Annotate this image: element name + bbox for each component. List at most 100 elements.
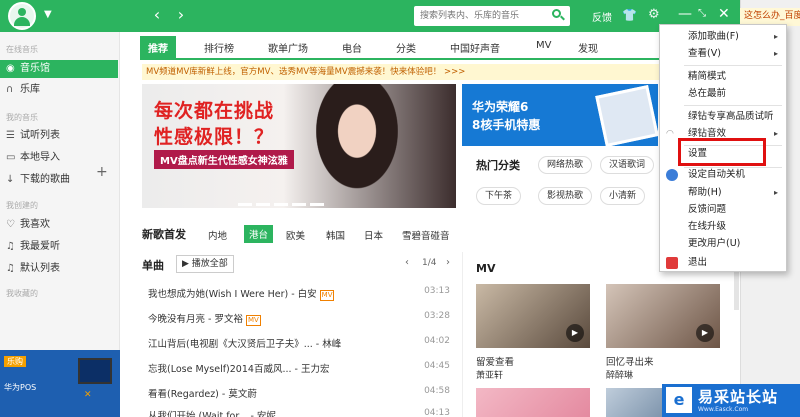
song-row[interactable]: 忘我(Lose Myself)2014百威风... - 王力宏 04:45: [148, 361, 450, 377]
song-row[interactable]: 江山背后(电视剧《大汉贤后卫子夫》... - 林峰 04:02: [148, 336, 450, 352]
tab-recommend[interactable]: 推荐: [140, 36, 176, 59]
menu-item-label: 总在最前: [688, 88, 727, 99]
play-all-button[interactable]: ▶ 播放全部: [176, 255, 234, 273]
song-name: 忘我(Lose Myself)2014百威风... - 王力宏: [148, 364, 330, 375]
sidebar-item-most-loved[interactable]: ♫ 我最爱听: [0, 238, 118, 256]
music-note-icon: ♫: [6, 241, 15, 252]
song-row[interactable]: 我也想成为她(Wish I Were Her) - 白安 MV 03:13: [148, 286, 450, 302]
sidebar-item-music-hall[interactable]: ◉ 音乐馆: [0, 60, 118, 78]
skin-icon[interactable]: 👕: [622, 8, 637, 22]
ad-text: 华为POS: [4, 383, 37, 392]
hot-tag[interactable]: 网络热歌: [538, 156, 593, 174]
add-playlist-button[interactable]: +: [96, 164, 108, 180]
list-icon: ☰: [6, 130, 15, 141]
menu-item-label: 绿钻专享高品质试听: [688, 111, 774, 122]
song-duration: 04:13: [424, 408, 450, 417]
sidebar-heading-created: 我创建的: [6, 201, 38, 210]
hot-tag[interactable]: 影视热歌: [538, 187, 593, 205]
tab-voice-of-china[interactable]: 中国好声音: [450, 40, 500, 55]
feedback-link[interactable]: 反馈: [592, 9, 612, 24]
region-tab[interactable]: 港台: [244, 225, 274, 243]
sidebar-heading-online: 在线音乐: [6, 45, 38, 54]
mv-badge-icon[interactable]: MV: [245, 315, 261, 326]
page-next-button[interactable]: ›: [446, 257, 450, 268]
search-input[interactable]: [420, 8, 548, 24]
main-tabs: 推荐 排行榜 歌单广场 电台 分类 中国好声音 MV 发现: [140, 36, 660, 60]
mv-artist[interactable]: 萧亚轩: [476, 368, 503, 381]
mv-thumbnail[interactable]: [476, 388, 590, 417]
ad-badge: 乐购: [4, 356, 26, 367]
menu-item-exit[interactable]: 退出: [660, 255, 786, 271]
gear-icon[interactable]: ⚙: [648, 7, 660, 22]
menu-item-mini-mode[interactable]: 精简模式: [660, 69, 786, 85]
song-name: 我也想成为她(Wish I Were Her) - 白安: [148, 289, 317, 300]
tab-charts[interactable]: 排行榜: [204, 40, 234, 55]
page-prev-button[interactable]: ‹: [405, 257, 409, 268]
mv-badge-icon[interactable]: MV: [319, 290, 335, 301]
sidebar-item-label: 我喜欢: [20, 219, 50, 230]
tab-playlist-square[interactable]: 歌单广场: [268, 40, 308, 55]
song-duration: 04:02: [424, 336, 450, 346]
menu-item-view[interactable]: 查看(V) ▸: [660, 46, 786, 62]
music-hall-icon: ◉: [6, 63, 15, 74]
back-button[interactable]: ‹: [146, 6, 168, 26]
mv-thumbnail[interactable]: [606, 388, 662, 417]
menu-item-always-on-top[interactable]: 总在最前: [660, 86, 786, 102]
region-tab[interactable]: 雪碧音碰音: [402, 228, 450, 242]
play-icon[interactable]: ▶: [696, 324, 714, 342]
hot-tag[interactable]: 汉语歌词: [600, 156, 655, 174]
song-name: 今晚没有月亮 - 罗文裕: [148, 314, 243, 325]
mv-thumbnail[interactable]: ▶: [606, 284, 720, 348]
sidebar-item-default-list[interactable]: ♫ 默认列表: [0, 260, 118, 278]
region-tab[interactable]: 欧美: [286, 228, 305, 242]
mv-artist[interactable]: 醉醉琳: [606, 368, 633, 381]
carousel-indicators[interactable]: [238, 198, 328, 208]
mv-title[interactable]: 回忆寻出来: [606, 354, 654, 368]
region-tab[interactable]: 韩国: [326, 228, 345, 242]
watermark-url: Www.Easck.Com: [698, 406, 749, 413]
search-box: [414, 6, 570, 26]
tab-categories[interactable]: 分类: [396, 40, 416, 55]
menu-item-update[interactable]: 在线升级: [660, 219, 786, 235]
ad-close-icon[interactable]: ✕: [84, 390, 92, 400]
tab-mv[interactable]: MV: [536, 40, 551, 51]
song-row[interactable]: 今晚没有月亮 - 罗文裕 MV 03:28: [148, 311, 450, 327]
region-tab[interactable]: 日本: [364, 228, 383, 242]
user-avatar[interactable]: [8, 2, 36, 30]
notice-bar[interactable]: MV频道MV库新鲜上线，官方MV、选秀MV等海量MV震撼来袭！快来体验吧！ >>…: [142, 64, 662, 80]
tab-radio[interactable]: 电台: [342, 40, 362, 55]
clock-icon: [666, 169, 678, 181]
song-row[interactable]: 看看(Regardez) - 莫文蔚 04:58: [148, 386, 450, 402]
monitor-icon: ▭: [6, 152, 16, 163]
sidebar-item-trial-list[interactable]: ☰ 试听列表: [0, 127, 118, 145]
menu-item-feedback[interactable]: 反馈问题: [660, 202, 786, 218]
hot-tag[interactable]: 下午茶: [476, 187, 522, 205]
hot-tag[interactable]: 小清新: [600, 187, 646, 205]
search-icon[interactable]: [550, 7, 566, 23]
promo-line-1: 华为荣耀6: [472, 100, 529, 114]
close-button[interactable]: ✕: [718, 6, 730, 22]
menu-item-switch-user[interactable]: 更改用户(U): [660, 236, 786, 252]
minimize-button[interactable]: —: [678, 6, 692, 22]
promo-banner[interactable]: 华为荣耀6 8核手机特惠: [462, 84, 658, 146]
menu-item-hq-listening[interactable]: 绿钻专享高品质试听: [660, 109, 786, 125]
title-bar: ▼ ‹ › 反馈 👕 ⚙ — ⤡ ✕: [0, 0, 740, 32]
mv-thumbnail[interactable]: ▶: [476, 284, 590, 348]
restore-button[interactable]: ⤡: [698, 8, 706, 19]
sidebar-ad[interactable]: 乐购 华为POS ✕: [0, 350, 120, 417]
menu-item-help[interactable]: 帮助(H) ▸: [660, 185, 786, 201]
song-row[interactable]: 从我们开始 (Wait for... - 安妮 04:13: [148, 408, 450, 417]
sidebar-item-library[interactable]: ∩ 乐库: [0, 81, 118, 99]
submenu-arrow-icon: ▸: [773, 49, 778, 58]
region-tab[interactable]: 内地: [208, 228, 227, 242]
sidebar-item-favorites[interactable]: ♡ 我喜欢: [0, 216, 118, 234]
mv-title[interactable]: 留爱查看: [476, 354, 514, 368]
dropdown-chevron-icon[interactable]: ▼: [44, 9, 52, 20]
menu-separator: [684, 105, 782, 106]
play-icon[interactable]: ▶: [566, 324, 584, 342]
banner-carousel[interactable]: 每次都在挑战 性感极限！？ MV盘点新生代性感女神泫雅: [142, 84, 456, 208]
tab-discover[interactable]: 发现: [578, 40, 598, 55]
menu-item-auto-shutdown[interactable]: 设定自动关机: [660, 167, 786, 183]
menu-item-add-songs[interactable]: 添加歌曲(F) ▸: [660, 29, 786, 45]
forward-button[interactable]: ›: [170, 6, 192, 26]
